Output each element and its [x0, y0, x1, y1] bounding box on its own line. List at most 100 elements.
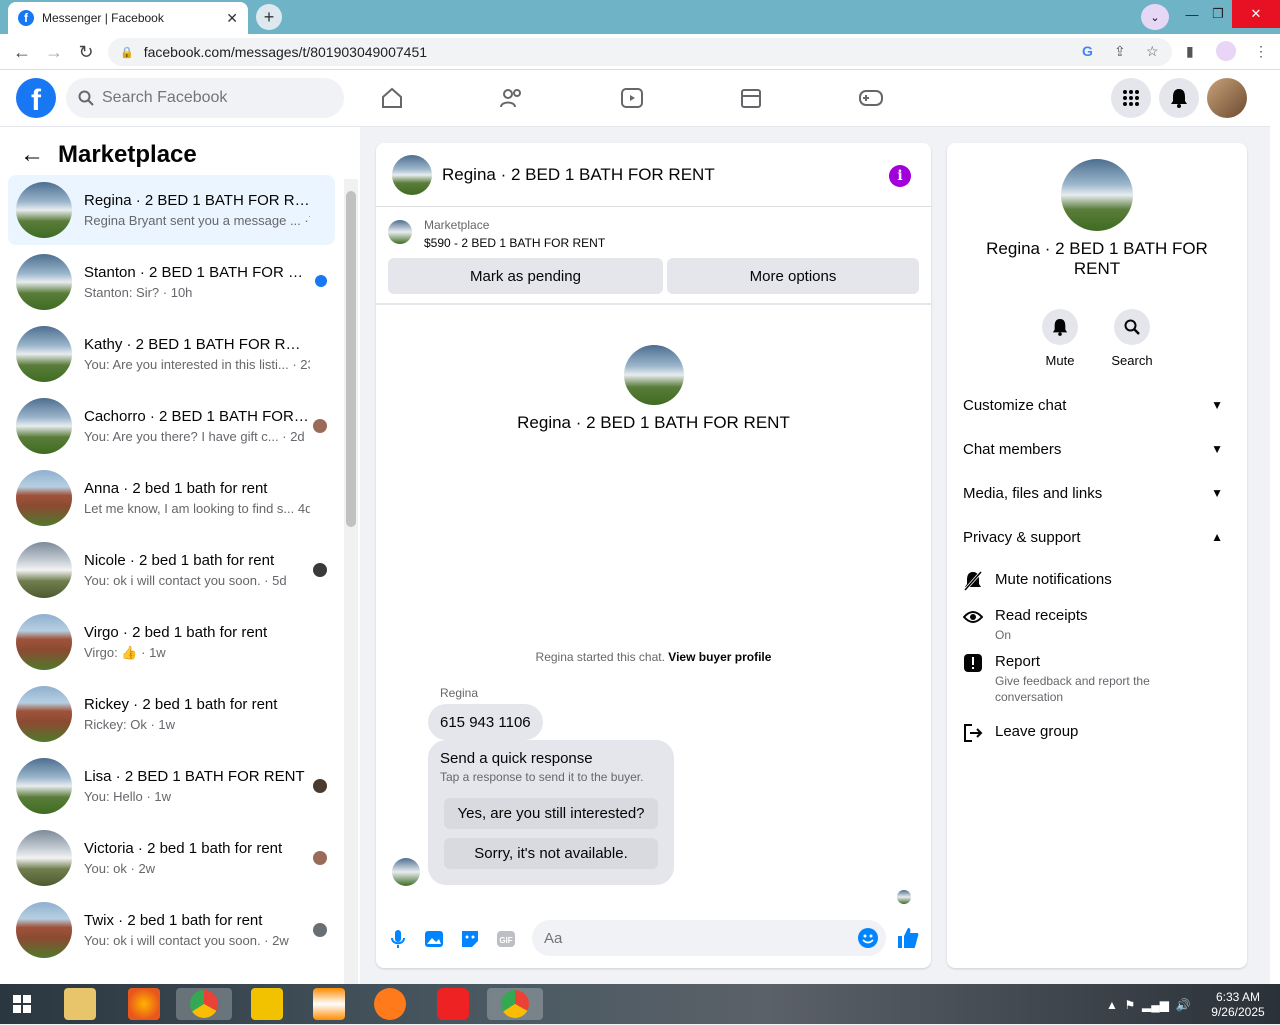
close-window-button[interactable]: ✕: [1232, 0, 1280, 28]
message-bubble[interactable]: 615 943 1106: [428, 704, 543, 740]
more-options-button[interactable]: More options: [667, 258, 919, 294]
clock-time: 6:33 AM: [1215, 990, 1261, 1004]
conversation-avatar: [16, 830, 72, 886]
chat-panel: Regina · 2 BED 1 BATH FOR RENT i Marketp…: [376, 143, 931, 968]
listing-thumbnail[interactable]: [388, 220, 412, 244]
conversation-item[interactable]: Regina · 2 BED 1 BATH FOR RENT Regina Bry…: [8, 175, 335, 245]
mark-as-pending-button[interactable]: Mark as pending: [388, 258, 663, 294]
facebook-search[interactable]: [66, 78, 344, 118]
media-player-icon[interactable]: [251, 988, 283, 1020]
chat-members-row[interactable]: Chat members ▼: [963, 427, 1231, 471]
conversation-item[interactable]: Anna · 2 bed 1 bath for rent Let me know,…: [8, 463, 335, 533]
conversation-item[interactable]: Victoria · 2 bed 1 bath for rent You: ok …: [8, 823, 335, 893]
photo-icon[interactable]: [423, 928, 445, 950]
conversation-preview: Virgo: 👍 · 1w: [84, 644, 166, 660]
file-explorer-icon[interactable]: [64, 988, 96, 1020]
message-composer[interactable]: [532, 920, 886, 956]
back-arrow-icon[interactable]: ←: [20, 141, 44, 169]
marketplace-icon[interactable]: [737, 84, 765, 112]
conversation-scrollbar[interactable]: [344, 179, 358, 984]
media-files-links-row[interactable]: Media, files and links ▼: [963, 471, 1231, 515]
back-icon[interactable]: ←: [12, 42, 32, 63]
mute-action[interactable]: Mute: [1030, 309, 1090, 368]
chat-title[interactable]: Regina · 2 BED 1 BATH FOR RENT: [442, 165, 715, 185]
restore-button[interactable]: ❐: [1202, 0, 1234, 28]
quick-response-yes-button[interactable]: Yes, are you still interested?: [444, 798, 658, 829]
menu-grid-icon[interactable]: [1111, 78, 1151, 118]
star-icon[interactable]: ☆: [1146, 43, 1159, 60]
conversation-text: Victoria · 2 bed 1 bath for rent You: ok …: [84, 840, 310, 876]
thumbs-up-like-icon[interactable]: [896, 926, 922, 952]
conversation-avatar: [16, 686, 72, 742]
reload-icon[interactable]: ↻: [76, 42, 96, 63]
forward-icon[interactable]: →: [44, 42, 64, 63]
wps-office-icon[interactable]: [437, 988, 469, 1020]
view-buyer-profile-link[interactable]: View buyer profile: [668, 650, 771, 664]
quick-response-sorry-button[interactable]: Sorry, it's not available.: [444, 838, 658, 869]
share-icon[interactable]: ⇪: [1114, 43, 1126, 60]
conversation-item[interactable]: Twix · 2 bed 1 bath for rent You: ok i wi…: [8, 895, 335, 965]
privacy-support-row[interactable]: Privacy & support ▲: [963, 515, 1231, 559]
conversation-item[interactable]: Lisa · 2 BED 1 BATH FOR RENT You: Hello ·…: [8, 751, 335, 821]
quick-response-title: Send a quick response: [440, 750, 593, 767]
report-item[interactable]: Report Give feedback and report the conve…: [963, 653, 1231, 705]
home-icon[interactable]: [378, 84, 406, 112]
clock[interactable]: 6:33 AM 9/26/2025: [1208, 990, 1268, 1020]
conversation-list-panel: ← Marketplace Regina · 2 BED 1 BATH FOR …: [0, 127, 360, 984]
address-bar[interactable]: 🔒 facebook.com/messages/t/80190304900745…: [108, 38, 1172, 66]
conversation-item[interactable]: Kathy · 2 BED 1 BATH FOR RENT You: Are yo…: [8, 319, 335, 389]
conversation-avatar: [16, 254, 72, 310]
gif-icon[interactable]: GIF: [495, 928, 517, 950]
conversation-item[interactable]: Cachorro · 2 BED 1 BATH FOR ... You: Are …: [8, 391, 335, 461]
conversation-item[interactable]: Virgo · 2 bed 1 bath for rent Virgo: 👍 · …: [8, 607, 335, 677]
notifications-bell-icon[interactable]: [1159, 78, 1199, 118]
profile-avatar[interactable]: [1207, 78, 1247, 118]
browser-tab[interactable]: f Messenger | Facebook ✕: [8, 2, 248, 34]
info-avatar[interactable]: [1061, 159, 1133, 231]
watch-icon[interactable]: [618, 84, 646, 112]
close-tab-icon[interactable]: ✕: [226, 10, 238, 27]
message-text: 615 943 1106: [440, 713, 531, 731]
firefox-icon[interactable]: [128, 988, 160, 1020]
scrollbar-thumb[interactable]: [346, 191, 356, 527]
side-panel-icon[interactable]: ▮: [1186, 43, 1194, 60]
quick-response-card: Send a quick response Tap a response to …: [428, 740, 674, 885]
facebook-search-input[interactable]: [102, 89, 322, 107]
chrome-taskbar-icon[interactable]: [176, 988, 232, 1020]
customize-chat-row[interactable]: Customize chat ▼: [963, 383, 1231, 427]
vlc-icon[interactable]: [313, 988, 345, 1020]
system-tray[interactable]: ▲ ⚑ ▂▄▆ 🔊: [1106, 998, 1191, 1012]
conversation-item[interactable]: Stanton · 2 BED 1 BATH FOR R... Stanton: …: [8, 247, 335, 317]
microphone-icon[interactable]: [387, 928, 409, 950]
sticker-icon[interactable]: [459, 928, 481, 950]
friends-icon[interactable]: [498, 84, 526, 112]
uc-browser-icon[interactable]: [374, 988, 406, 1020]
chat-intro-avatar: [624, 345, 684, 405]
unread-dot-icon: [315, 275, 327, 287]
listing-price-title[interactable]: $590 - 2 BED 1 BATH FOR RENT: [424, 236, 605, 250]
google-icon[interactable]: G: [1082, 43, 1093, 59]
chrome-profile-icon[interactable]: [1216, 41, 1236, 61]
read-receipts-item[interactable]: Read receipts On: [963, 607, 1231, 643]
search-action[interactable]: Search: [1102, 309, 1162, 368]
seen-avatar-badge: [313, 851, 327, 865]
windows-start-icon[interactable]: [6, 988, 38, 1020]
gaming-icon[interactable]: [857, 84, 885, 112]
menu-kebab-icon[interactable]: ⋮: [1254, 43, 1268, 60]
conversation-item[interactable]: Nicole · 2 bed 1 bath for rent You: ok i …: [8, 535, 335, 605]
chrome-profile-taskbar-icon[interactable]: [487, 988, 543, 1020]
conversation-item[interactable]: Rickey · 2 bed 1 bath for rent Rickey: Ok…: [8, 679, 335, 749]
mute-notifications-item[interactable]: Mute notifications: [963, 571, 1231, 591]
chat-avatar[interactable]: [392, 154, 432, 195]
info-icon[interactable]: i: [889, 165, 911, 187]
browser-tab-strip: f Messenger | Facebook ✕ + ⌄ — ❐ ✕: [0, 0, 1280, 34]
page-scrollbar[interactable]: [1270, 70, 1280, 984]
tab-search-button[interactable]: ⌄: [1141, 4, 1169, 30]
conversation-title: Rickey · 2 bed 1 bath for rent: [84, 696, 278, 713]
emoji-icon[interactable]: [858, 928, 878, 948]
chat-header: Regina · 2 BED 1 BATH FOR RENT i: [376, 143, 931, 207]
leave-group-item[interactable]: Leave group: [963, 723, 1231, 743]
facebook-logo-icon[interactable]: f: [16, 78, 56, 118]
message-input[interactable]: [544, 929, 844, 947]
new-tab-button[interactable]: +: [256, 4, 282, 30]
